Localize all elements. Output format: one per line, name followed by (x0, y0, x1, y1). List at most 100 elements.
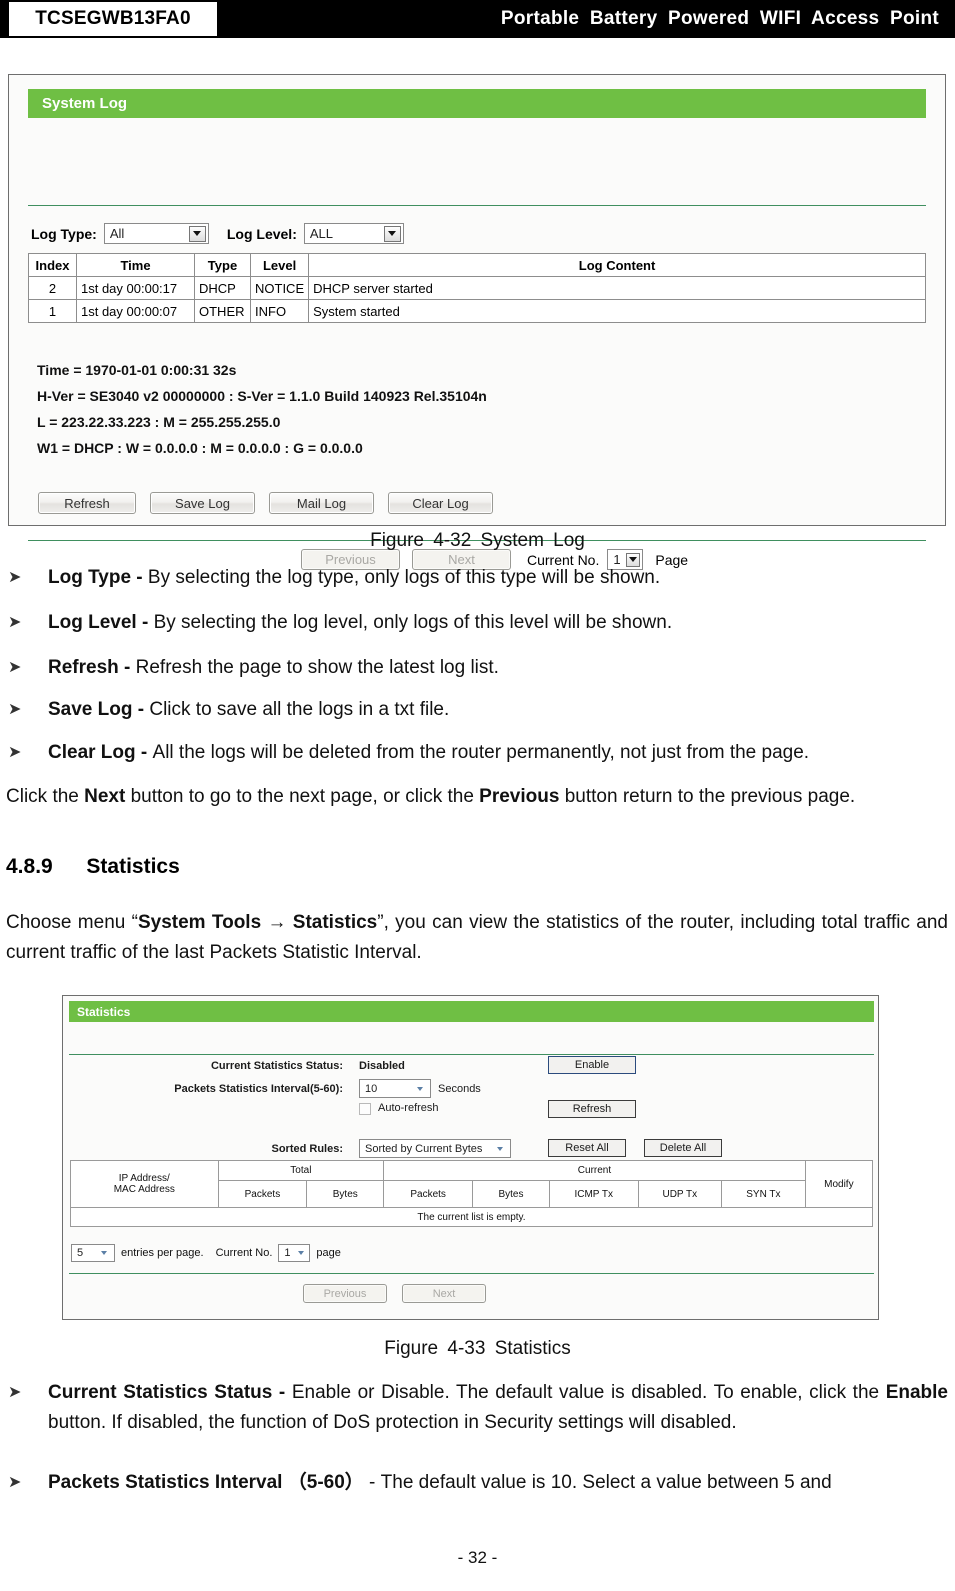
col-total-packets: Packets (217, 1180, 308, 1208)
figure-statistics: Statistics Current Statistics Status: Di… (62, 995, 879, 1320)
section-number: 4.8.9 (6, 855, 53, 878)
seconds-unit-label: Seconds (438, 1083, 481, 1095)
bullet-text: By selecting the log type, only logs of … (147, 567, 661, 588)
bullet-term: Clear Log - (48, 742, 153, 763)
entries-per-page-select[interactable]: 5 (71, 1244, 115, 1262)
chevron-down-icon (383, 225, 401, 242)
bullet-text: Refresh the page to show the latest log … (135, 657, 499, 678)
cell-type: OTHER (194, 299, 251, 323)
sorted-rules-value: Sorted by Current Bytes (365, 1142, 483, 1155)
chevron-down-icon (188, 225, 206, 242)
log-level-select[interactable]: ALL (303, 223, 404, 244)
bullet-refresh: ➤ Refresh - Refresh the page to show the… (8, 653, 948, 683)
sorted-rules-select[interactable]: Sorted by Current Bytes (359, 1139, 511, 1158)
bullet-clear-log: ➤ Clear Log - All the logs will be delet… (8, 738, 948, 768)
statistics-pagination: Previous Next (303, 1284, 486, 1303)
cell-level: INFO (249, 299, 310, 323)
col-group-total: Total (217, 1160, 385, 1181)
col-current-bytes: Bytes (472, 1180, 550, 1208)
bullet-log-level: ➤ Log Level - By selecting the log level… (8, 608, 948, 638)
cell-time: 1st day 00:00:17 (76, 276, 195, 300)
col-modify: Modify (804, 1160, 874, 1208)
refresh-button[interactable]: Refresh (548, 1100, 636, 1118)
log-level-label: Log Level: (226, 225, 297, 242)
chevron-down-icon (411, 1081, 428, 1097)
table-group-header-row: IP Address/ MAC Address Total Current Mo… (70, 1160, 874, 1208)
bullet-term-range: （5-60） (287, 1472, 364, 1493)
bullet-arrow-icon: ➤ (8, 1474, 22, 1491)
cell-time: 1st day 00:00:07 (76, 299, 195, 323)
current-page-select[interactable]: 1 (278, 1244, 311, 1262)
system-log-table: Index Time Type Level Log Content 2 1st … (28, 253, 926, 323)
cell-index: 1 (28, 299, 77, 323)
cell-index: 2 (28, 276, 77, 300)
auto-refresh-checkbox[interactable] (359, 1103, 371, 1115)
table-header-row: Index Time Type Level Log Content (28, 253, 926, 277)
previous-button[interactable]: Previous (303, 1284, 387, 1303)
enable-button[interactable]: Enable (548, 1056, 636, 1074)
bullet-save-log: ➤ Save Log - Click to save all the logs … (8, 695, 948, 725)
log-filter-row: Log Type: All Log Level: ALL (31, 223, 404, 244)
entries-per-page-value: 5 (77, 1247, 84, 1259)
chevron-down-icon (491, 1141, 508, 1157)
bullet-text: - The default value is 10. Select a valu… (363, 1472, 832, 1493)
panel-title-system-log: System Log (28, 89, 926, 118)
col-current-packets: Packets (383, 1180, 474, 1208)
info-line-version: H-Ver = SE3040 v2 00000000 : S-Ver = 1.1… (37, 388, 487, 404)
bullet-term: Packets Statistics Interval (48, 1472, 288, 1493)
section-heading: 4.8.9 Statistics (6, 855, 180, 879)
bullet-packets-statistics-interval: ➤ Packets Statistics Interval （5-60） - T… (8, 1468, 948, 1498)
mail-log-button[interactable]: Mail Log (269, 492, 374, 514)
current-statistics-status-label: Current Statistics Status: (210, 1060, 343, 1072)
paragraph-statistics-intro: Choose menu “System Tools → Statistics”,… (6, 908, 948, 968)
col-level: Level (249, 253, 310, 277)
table-row: 1 1st day 00:00:07 OTHER INFO System sta… (28, 299, 926, 323)
para-part-2: button to go to the next page, or click … (125, 786, 480, 807)
log-level-value: ALL (309, 226, 333, 241)
clear-log-button[interactable]: Clear Log (388, 492, 493, 514)
packets-interval-value: 10 (365, 1082, 378, 1095)
log-type-select[interactable]: All (103, 223, 209, 244)
caption-figure-4-32: Figure 4-32 System Log (370, 530, 585, 551)
packets-statistics-interval-label: Packets Statistics Interval(5-60): (174, 1083, 343, 1095)
table-empty-row: The current list is empty. (70, 1207, 873, 1227)
divider-top (28, 205, 926, 206)
bullet-text: All the logs will be deleted from the ro… (152, 742, 810, 763)
col-udp-tx: UDP Tx (637, 1180, 723, 1208)
packets-interval-select[interactable]: 10 (359, 1079, 431, 1098)
col-total-bytes: Bytes (306, 1180, 385, 1208)
bullet-term: Save Log - (48, 699, 150, 720)
reset-all-button[interactable]: Reset All (548, 1139, 626, 1157)
cell-content: DHCP server started (308, 276, 926, 300)
info-line-time: Time = 1970-01-01 0:00:31 32s (37, 362, 237, 378)
para-part-3: button return to the previous page. (559, 786, 856, 807)
statistics-table: IP Address/ MAC Address Total Current Mo… (70, 1160, 874, 1227)
col-time: Time (76, 253, 195, 277)
col-ip-address: IP Address/ (118, 1173, 170, 1184)
cell-level: NOTICE (249, 276, 310, 300)
bullet-log-type: ➤ Log Type - By selecting the log type, … (8, 563, 948, 593)
bullet-term: Refresh - (48, 657, 136, 678)
refresh-button[interactable]: Refresh (38, 492, 136, 514)
bullet-term: Current Statistics Status - (48, 1382, 292, 1403)
bullet-term: Log Type - (48, 567, 148, 588)
bullet-arrow-icon: ➤ (8, 701, 22, 718)
page-label: page (316, 1247, 341, 1259)
bullet-arrow-icon: ➤ (8, 744, 22, 761)
caption-figure-4-33: Figure 4-33 Statistics (384, 1338, 571, 1359)
col-icmp-tx: ICMP Tx (548, 1180, 639, 1208)
panel-title-statistics: Statistics (69, 1001, 874, 1022)
para-bold-previous: Previous (479, 786, 560, 807)
divider-top (69, 1054, 874, 1055)
log-type-label: Log Type: (31, 225, 97, 242)
col-index: Index (28, 253, 77, 277)
section-title: Statistics (86, 855, 180, 878)
bullet-arrow-icon: ➤ (8, 614, 22, 631)
save-log-button[interactable]: Save Log (150, 492, 255, 514)
bullet-text-b: button. If disabled, the function of DoS… (48, 1412, 737, 1433)
delete-all-button[interactable]: Delete All (644, 1139, 722, 1157)
current-statistics-status-value: Disabled (359, 1060, 405, 1072)
next-button[interactable]: Next (402, 1284, 486, 1303)
running-head: TCSEGWB13FA0 Portable Battery Powered WI… (0, 0, 955, 38)
col-ip-mac: IP Address/ MAC Address (70, 1160, 219, 1208)
